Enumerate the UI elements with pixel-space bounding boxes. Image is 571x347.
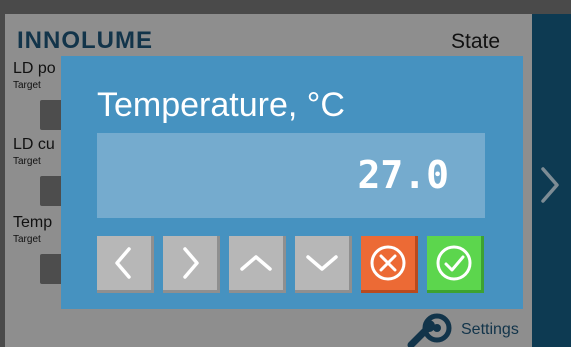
cursor-right-button[interactable] [163,236,220,293]
innolume-logo: INNOLUME [17,27,153,54]
chevron-up-icon [240,255,272,271]
param-sublabel-ld-power: Target [13,80,41,91]
settings-button[interactable]: Settings [407,312,519,347]
temperature-value: 27.0 [357,153,449,197]
param-label-temperature: Temp [13,214,53,231]
value-display: 27.0 [97,133,485,218]
increment-button[interactable] [229,236,286,293]
chevron-left-icon [115,247,131,279]
wrench-gear-icon [407,313,452,347]
cancel-button[interactable] [361,236,418,293]
chevron-down-icon [306,255,338,271]
param-sublabel-temperature: Target [13,234,41,245]
param-label-ld-power: LD po [13,60,56,77]
dialog-title: Temperature, °C [97,86,345,124]
settings-label: Settings [461,321,519,338]
svg-text:INNOLUME: INNOLUME [17,27,153,54]
param-label-ld-current: LD cu [13,136,55,153]
main-screen: INNOLUME State LD po Target LD cu Target… [5,14,532,347]
cursor-left-button[interactable] [97,236,154,293]
decrement-button[interactable] [295,236,352,293]
confirm-icon [436,245,472,281]
state-label: State [451,30,501,53]
confirm-button[interactable] [427,236,484,293]
cancel-icon [370,245,406,281]
chevron-right-icon [183,247,199,279]
param-sublabel-ld-current: Target [13,156,41,167]
next-page-icon[interactable] [539,165,561,205]
temperature-dialog: Temperature, °C 27.0 [61,56,523,309]
